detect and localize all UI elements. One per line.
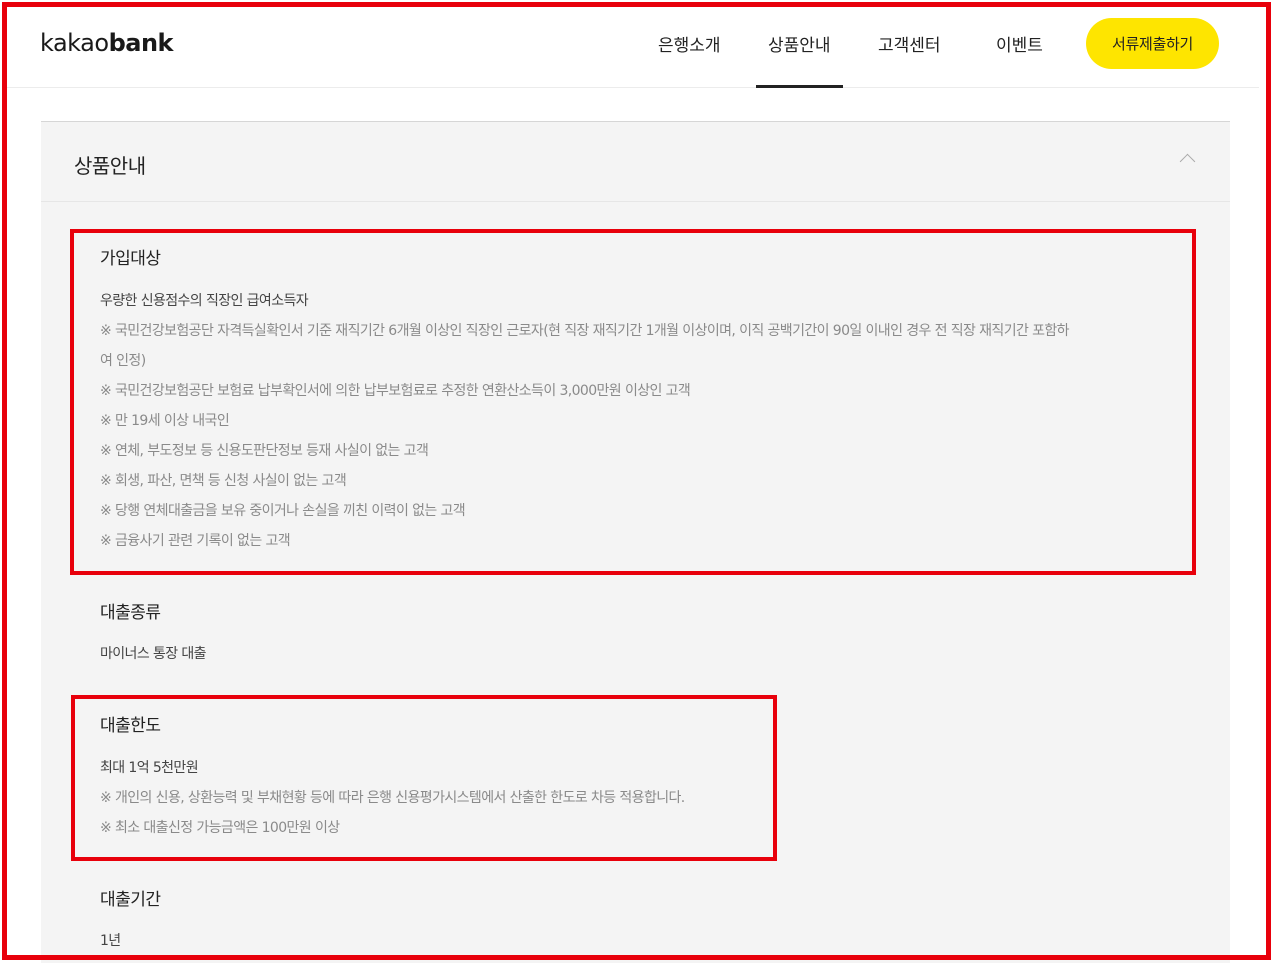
eligibility-note: ※ 금융사기 관련 기록이 없는 고객 bbox=[100, 533, 291, 549]
nav-about-bank[interactable]: 은행소개 bbox=[658, 31, 721, 56]
loan-limit-main: 최대 1억 5천만원 bbox=[100, 760, 199, 776]
nav-customer-center[interactable]: 고객센터 bbox=[878, 31, 941, 56]
loan-type-title: 대출종류 bbox=[100, 603, 161, 623]
eligibility-note: ※ 만 19세 이상 내국인 bbox=[100, 413, 230, 429]
top-header: kakaobank 은행소개 상품안내 고객센터 이벤트 서류제출하기 bbox=[7, 7, 1259, 88]
chevron-up-icon[interactable] bbox=[1179, 153, 1196, 170]
eligibility-note: 여 인정) bbox=[100, 353, 146, 369]
loan-limit-note: ※ 최소 대출신정 가능금액은 100만원 이상 bbox=[100, 820, 340, 836]
eligibility-note: ※ 회생, 파산, 면책 등 신청 사실이 없는 고객 bbox=[100, 473, 347, 489]
loan-limit-title: 대출한도 bbox=[100, 716, 161, 736]
loan-type-main: 마이너스 통장 대출 bbox=[100, 646, 207, 662]
eligibility-note: ※ 국민건강보험공단 보험료 납부확인서에 의한 납부보험료로 추정한 연환산소… bbox=[100, 383, 691, 399]
submit-documents-button[interactable]: 서류제출하기 bbox=[1086, 18, 1219, 69]
nav-products[interactable]: 상품안내 bbox=[756, 31, 843, 88]
product-info-accordion-header[interactable]: 상품안내 bbox=[41, 122, 1230, 202]
panel-title: 상품안내 bbox=[74, 154, 146, 178]
loan-limit-note: ※ 개인의 신용, 상환능력 및 부채현황 등에 따라 은행 신용평가시스템에서… bbox=[100, 790, 685, 806]
loan-term-main: 1년 bbox=[100, 933, 121, 949]
eligibility-note: ※ 국민건강보험공단 자격득실확인서 기준 재직기간 6개월 이상인 직장인 근… bbox=[100, 323, 1070, 339]
eligibility-main: 우량한 신용점수의 직장인 급여소득자 bbox=[100, 293, 309, 309]
nav-events[interactable]: 이벤트 bbox=[996, 31, 1043, 56]
eligibility-title: 가입대상 bbox=[100, 249, 161, 269]
eligibility-note: ※ 당행 연체대출금을 보유 중이거나 손실을 끼친 이력이 없는 고객 bbox=[100, 503, 466, 519]
loan-term-title: 대출기간 bbox=[100, 890, 161, 910]
kakaobank-logo[interactable]: kakaobank bbox=[40, 29, 173, 57]
eligibility-note: ※ 연체, 부도정보 등 신용도판단정보 등재 사실이 없는 고객 bbox=[100, 443, 429, 459]
